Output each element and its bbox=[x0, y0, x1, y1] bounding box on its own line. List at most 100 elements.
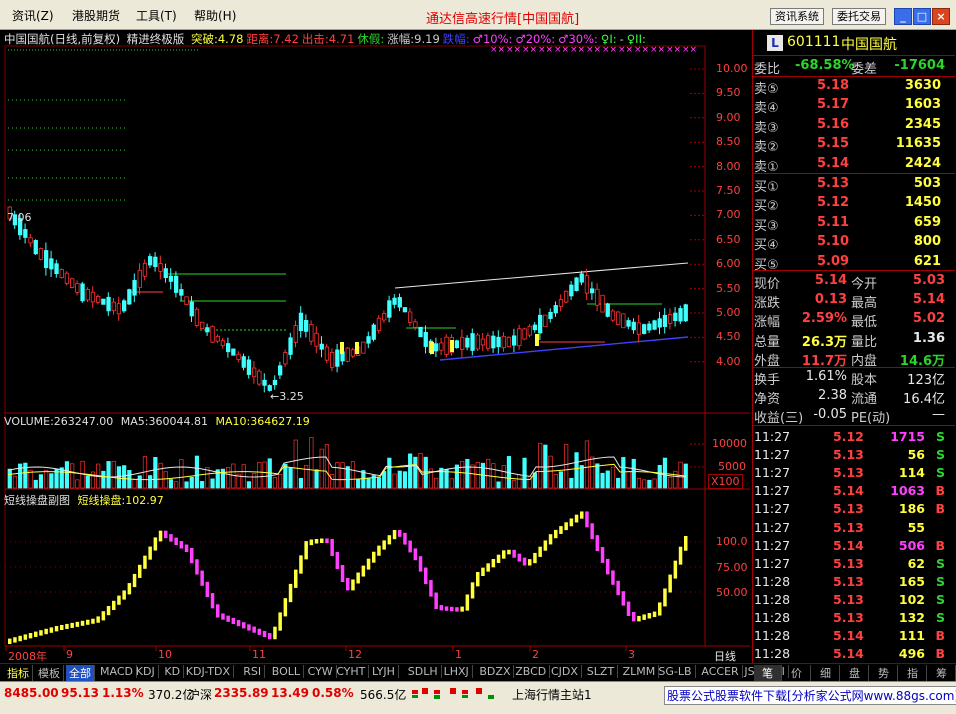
bid-row: 买② 5.12 1450 bbox=[753, 194, 955, 214]
indicator-tab-指标[interactable]: 指标 bbox=[4, 665, 33, 681]
tick-price: 5.13 bbox=[833, 555, 864, 571]
volume-ma5: MA5:360044.81 bbox=[120, 415, 208, 428]
indicator-tab-zbcd[interactable]: ZBCD bbox=[512, 665, 551, 678]
indicator-tab-accer[interactable]: ACCER bbox=[698, 665, 743, 678]
chart-svg: ×× ×× ×× ×× ×× ×× ×× ×× ×× ×× ×× ×× ×× bbox=[4, 45, 750, 651]
menu-help[interactable]: 帮助(H) bbox=[194, 7, 236, 24]
chart-area[interactable]: 中国国航(日线,前复权) 精进终极版 突破:4.78 距离:7.42 出击:4.71… bbox=[0, 30, 750, 663]
indicator-tab-boll[interactable]: BOLL bbox=[269, 665, 305, 678]
panel-tab[interactable]: 价 bbox=[783, 665, 811, 681]
panel-tab[interactable]: 势 bbox=[870, 665, 898, 681]
price-axis-label: 8.50 bbox=[716, 135, 741, 149]
period-label[interactable]: 日线 bbox=[714, 648, 736, 664]
indicator-tab-macd[interactable]: MACD bbox=[97, 665, 137, 678]
tick-row: 11:28 5.13 165 S bbox=[753, 573, 955, 592]
hs-change: 13.49 bbox=[271, 686, 309, 700]
indicator-tab-模板[interactable]: 模板 bbox=[35, 665, 64, 681]
volume-unit: X100 bbox=[708, 474, 743, 489]
tick-time: 11:27 bbox=[754, 519, 791, 535]
tick-price: 5.14 bbox=[833, 628, 864, 644]
fund-value: — bbox=[932, 407, 945, 422]
stat-value: 26.3万 bbox=[801, 334, 847, 350]
indicator-tab-cyht[interactable]: CYHT bbox=[333, 665, 370, 678]
tick-volume: 165 bbox=[898, 573, 925, 589]
tick-price: 5.13 bbox=[833, 501, 864, 517]
indicator-tab-sdlh[interactable]: SDLH bbox=[405, 665, 442, 678]
tick-row: 11:28 5.14 111 B bbox=[753, 627, 955, 646]
minimize-button[interactable]: _ bbox=[894, 8, 912, 25]
stat-value: 5.02 bbox=[912, 311, 945, 327]
hs-index: 2335.89 bbox=[214, 686, 269, 700]
stat-value: 5.14 bbox=[814, 273, 847, 288]
fund-label: 股本 bbox=[851, 373, 878, 388]
ask-volume: 2424 bbox=[904, 155, 941, 171]
panel-tab[interactable]: 筹 bbox=[928, 665, 956, 681]
ask-price: 5.16 bbox=[817, 116, 850, 132]
stat-value: 14.6万 bbox=[899, 353, 945, 369]
tick-price: 5.12 bbox=[833, 429, 864, 444]
maximize-button[interactable]: □ bbox=[913, 8, 931, 25]
panel-tab[interactable]: 笔 bbox=[754, 665, 782, 681]
ask-row: 卖① 5.14 2424 bbox=[753, 155, 955, 175]
fund-label: 流通 bbox=[851, 392, 878, 407]
weibi-row: 委比 -68.58% 委差 -17604 bbox=[753, 57, 955, 77]
exchange-badge: L bbox=[767, 35, 783, 51]
ask-price: 5.17 bbox=[817, 97, 850, 113]
indicator-tab-cyw[interactable]: CYW bbox=[305, 665, 337, 678]
ask-row: 卖③ 5.16 2345 bbox=[753, 116, 955, 136]
ad-link[interactable]: 股票公式股票软件下载[分析家公式网www.88gs.com] bbox=[664, 686, 956, 705]
tick-side: B bbox=[935, 537, 945, 553]
x-axis-label: 11 bbox=[252, 648, 266, 661]
indicator-tab-sg-lb[interactable]: SG-LB bbox=[655, 665, 696, 678]
indicator-tab-cjdx[interactable]: CJDX bbox=[548, 665, 582, 678]
close-button[interactable]: × bbox=[932, 8, 950, 25]
indicator-tab-kdj-tdx[interactable]: KDJ-TDX bbox=[183, 665, 235, 678]
stock-code: 601111 bbox=[787, 34, 841, 50]
window-title: 通达信高速行情[中国国航] bbox=[426, 12, 580, 27]
indicator-tab-kd[interactable]: KD bbox=[161, 665, 185, 678]
indicator-tab-lyjh[interactable]: LYJH bbox=[369, 665, 399, 678]
tick-time: 11:28 bbox=[754, 610, 791, 625]
server-name: 上海行情主站1 bbox=[512, 688, 592, 702]
osc-axis-100: 100.0 bbox=[716, 535, 748, 548]
stat-label: 外盘 bbox=[754, 353, 781, 369]
menu-hk-futures[interactable]: 港股期货 bbox=[72, 7, 120, 24]
fund-label: PE(动) bbox=[851, 411, 891, 426]
ask-price: 5.14 bbox=[817, 155, 850, 171]
bid-volume: 621 bbox=[913, 253, 941, 269]
stat-label: 最高 bbox=[851, 296, 878, 312]
sh-pct: 1.13% bbox=[102, 686, 144, 700]
x-axis-label: 9 bbox=[66, 648, 73, 661]
indicator-tab-rsi[interactable]: RSI bbox=[240, 665, 266, 678]
weibi-value: -68.58% bbox=[795, 58, 855, 73]
trade-order-button[interactable]: 委托交易 bbox=[832, 8, 886, 25]
indicator-tab-bar: 指标 模板 全部 MACD KDJ KD KDJ-TDX RSI BOLL CYW CYHT LYJH… bbox=[0, 663, 956, 681]
ask-price: 5.15 bbox=[817, 136, 850, 152]
indicator-tab-slzt[interactable]: SLZT bbox=[584, 665, 619, 678]
indicator-tab-bdzx[interactable]: BDZX bbox=[476, 665, 515, 678]
x-axis-label: 12 bbox=[348, 648, 362, 661]
stat-row: 涨跌 0.13 最高 5.14 bbox=[753, 291, 955, 312]
panel-tab[interactable]: 指 bbox=[899, 665, 927, 681]
tick-side: B bbox=[935, 483, 945, 499]
menu-tools[interactable]: 工具(T) bbox=[136, 7, 177, 24]
panel-tab[interactable]: 盘 bbox=[841, 665, 869, 681]
tick-side: S bbox=[935, 465, 945, 481]
hs-label: 沪深 bbox=[188, 688, 213, 702]
indicator-tab-全部[interactable]: 全部 bbox=[66, 665, 95, 681]
weicha-label: 委差 bbox=[851, 62, 878, 77]
ask-row: 卖⑤ 5.18 3630 bbox=[753, 77, 955, 97]
bid-row: 买⑤ 5.09 621 bbox=[753, 253, 955, 273]
ask-label: 卖⑤ bbox=[754, 82, 779, 97]
tick-volume: 132 bbox=[898, 610, 925, 625]
news-system-button[interactable]: 资讯系统 bbox=[770, 8, 824, 25]
menu-news[interactable]: 资讯(Z) bbox=[12, 7, 54, 24]
indicator-tab-kdj[interactable]: KDJ bbox=[133, 665, 159, 678]
indicator-tab-zlmm[interactable]: ZLMM bbox=[620, 665, 660, 678]
indicator-tab-lhxj[interactable]: LHXJ bbox=[441, 665, 473, 678]
volume-ma10: MA10:364627.19 bbox=[215, 415, 310, 428]
tick-row: 11:28 5.14 496 B bbox=[753, 645, 955, 664]
stat-label: 涨跌 bbox=[754, 296, 781, 312]
stat-label: 内盘 bbox=[851, 353, 878, 369]
panel-tab[interactable]: 细 bbox=[812, 665, 840, 681]
